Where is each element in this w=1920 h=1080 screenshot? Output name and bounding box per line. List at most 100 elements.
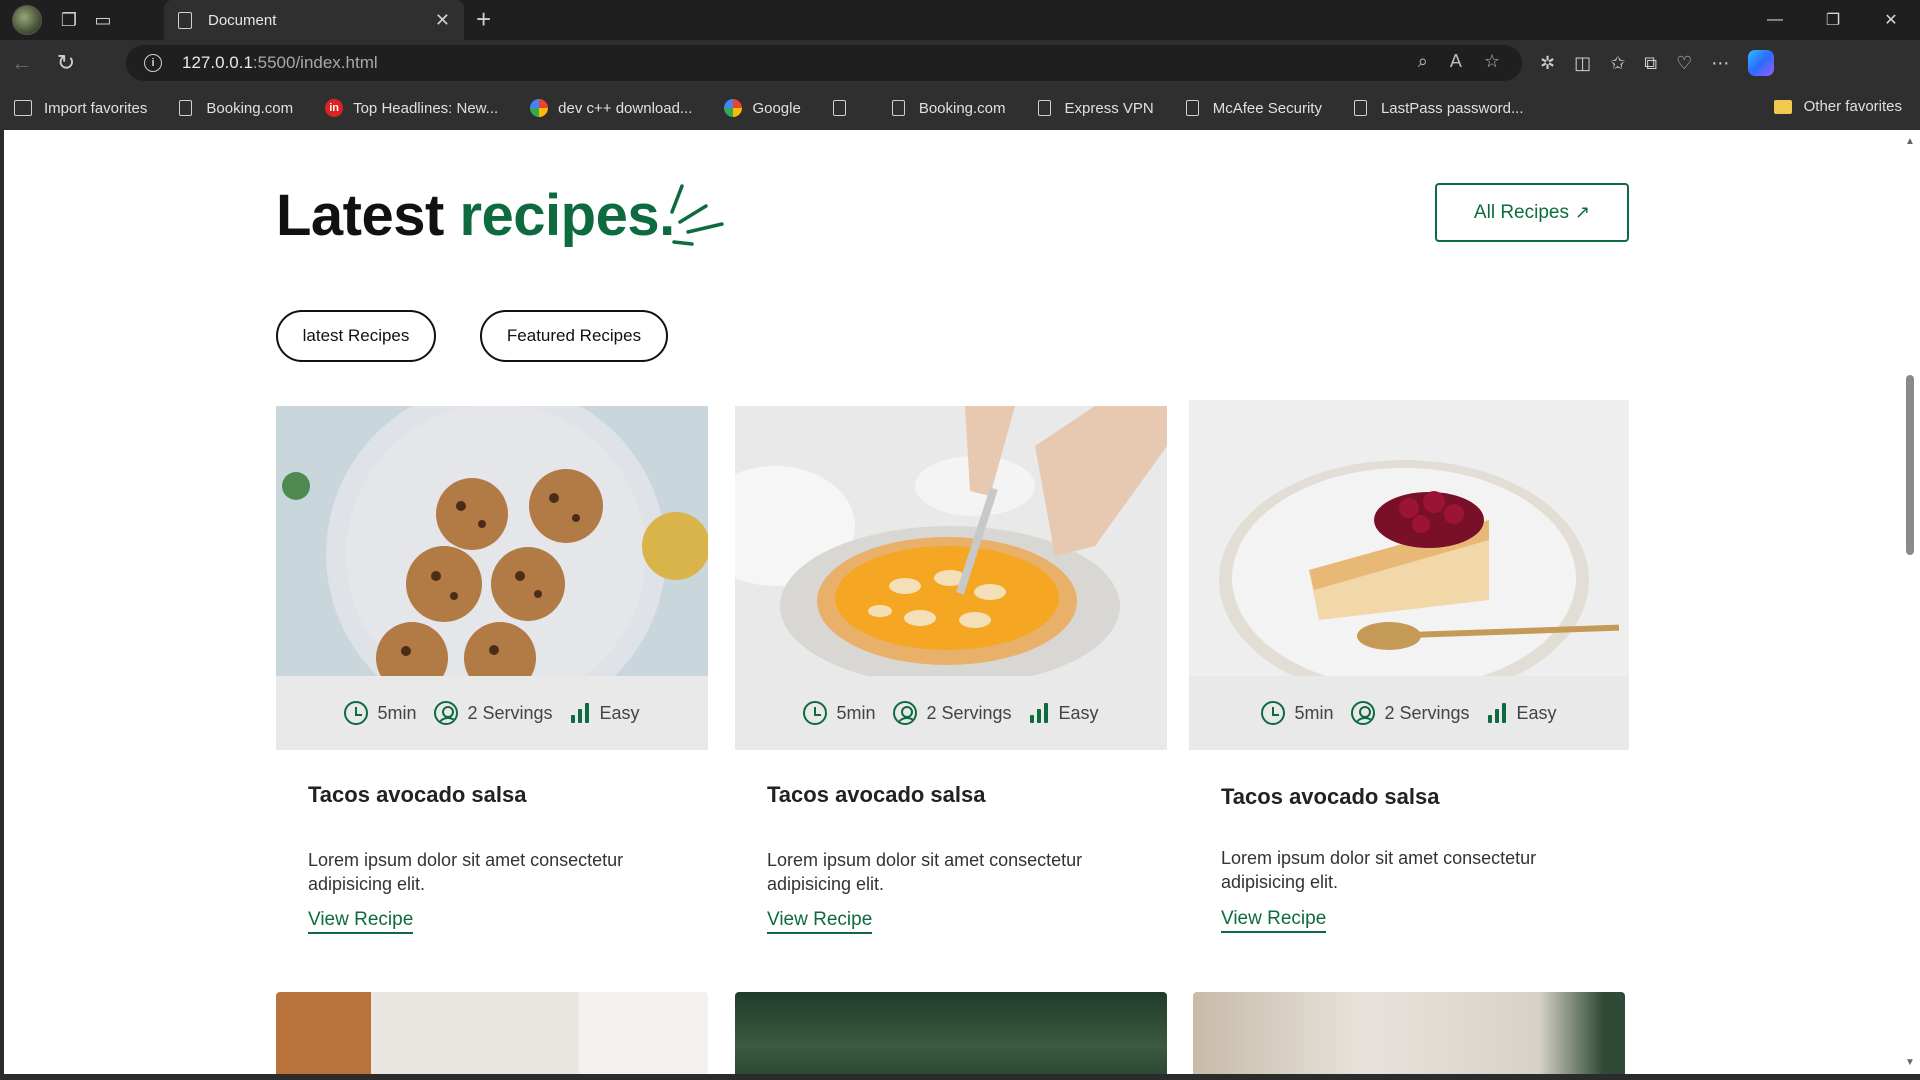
split-screen-icon[interactable]: ◫ (1574, 53, 1591, 74)
servings-info: 2 Servings (893, 701, 1012, 725)
sparkle-icon (670, 184, 724, 246)
page-icon (178, 11, 192, 29)
favorites-icon[interactable]: ✩ (1610, 53, 1625, 74)
clock-icon (803, 701, 828, 725)
recipe-meta: 5min 2 Servings Easy (1189, 676, 1629, 750)
tab-actions-icon[interactable]: ▭ (86, 3, 120, 37)
recipe-image-cheesecake (1189, 400, 1629, 676)
bookmark-import-favorites[interactable]: Import favorites (14, 100, 147, 117)
more-menu-icon[interactable]: ⋯ (1711, 53, 1729, 74)
clock-icon (344, 701, 369, 725)
recipe-image-cookies (276, 406, 708, 676)
bookmark-lastpass[interactable]: LastPass password... (1353, 100, 1524, 117)
read-aloud-icon[interactable]: A (1450, 51, 1462, 72)
difficulty-bars-icon (570, 703, 591, 723)
page-icon (1037, 100, 1051, 116)
servings-info: 2 Servings (1351, 701, 1470, 725)
bookmark-booking[interactable]: Booking.com (179, 100, 293, 117)
zoom-icon[interactable]: ⌕ (1418, 51, 1428, 72)
title-bar: ❐ ▭ Document ✕ + — ❐ ✕ (0, 0, 1920, 40)
arrow-up-right-icon: ↗ (1574, 202, 1591, 222)
bookmark-top-headlines[interactable]: in Top Headlines: New... (325, 99, 498, 117)
view-recipe-link[interactable]: View Recipe (308, 909, 414, 934)
view-recipe-link[interactable]: View Recipe (767, 909, 873, 934)
bookmark-booking-2[interactable]: Booking.com (891, 100, 1006, 117)
bookmarks-bar: Import favorites Booking.com in Top Headl… (0, 86, 1920, 130)
page-title: Latest recipes. (276, 183, 675, 248)
user-icon (434, 701, 459, 725)
scroll-thumb[interactable] (1906, 375, 1914, 555)
recipe-description: Lorem ipsum dolor sit amet consectetur a… (308, 850, 624, 894)
bookmark-devcpp[interactable]: dev c++ download... (530, 99, 692, 117)
page-scrollbar[interactable]: ▲ ▼ (1900, 130, 1920, 1074)
address-actions: ⌕ A ☆ (1418, 51, 1500, 72)
recipe-card-image-partial (1193, 992, 1625, 1074)
browser-essentials-icon[interactable]: ♡ (1676, 53, 1692, 74)
copilot-icon[interactable] (1748, 50, 1775, 76)
favorite-star-icon[interactable]: ☆ (1484, 51, 1500, 72)
recipe-card: 5min 2 Servings Easy Tacos avocado salsa… (1189, 400, 1629, 950)
difficulty-info: Easy (1029, 703, 1099, 724)
difficulty-info: Easy (570, 703, 640, 724)
difficulty-bars-icon (1487, 703, 1508, 723)
difficulty-info: Easy (1487, 703, 1557, 724)
page-icon (1353, 100, 1367, 116)
page-title-accent: recipes. (459, 183, 675, 248)
refresh-icon[interactable]: ↻ (44, 43, 88, 83)
recipe-meta: 5min 2 Servings Easy (735, 676, 1167, 750)
workspaces-icon[interactable]: ❐ (52, 3, 86, 37)
close-tab-icon[interactable]: ✕ (435, 10, 450, 31)
filter-latest-recipes[interactable]: latest Recipes (276, 310, 436, 362)
toolbar-icons: ✲ ◫ ✩ ⧉ ♡ ⋯ (1540, 40, 1775, 86)
new-tab-button[interactable]: + (476, 4, 491, 35)
user-icon (893, 701, 918, 725)
restore-icon[interactable]: ❐ (1804, 0, 1862, 40)
news-icon: in (325, 99, 344, 117)
recipe-description: Lorem ipsum dolor sit amet consectetur a… (1221, 848, 1537, 892)
bookmark-express-vpn[interactable]: Express VPN (1037, 100, 1154, 117)
import-icon (14, 100, 32, 116)
time-info: 5min (1261, 701, 1333, 725)
bookmark-google[interactable]: Google (724, 99, 801, 117)
profile-avatar[interactable] (12, 5, 42, 35)
address-bar[interactable]: i 127.0.0.1 :5500/index.html ⌕ A ☆ (126, 45, 1522, 81)
minimize-icon[interactable]: — (1746, 0, 1804, 40)
clock-icon (1261, 701, 1286, 725)
address-host: 127.0.0.1 (182, 53, 253, 72)
page-icon (832, 100, 846, 116)
servings-info: 2 Servings (434, 701, 553, 725)
bookmark-mcafee[interactable]: McAfee Security (1185, 100, 1322, 117)
filter-featured-recipes[interactable]: Featured Recipes (480, 310, 668, 362)
collections-icon[interactable]: ⧉ (1644, 53, 1657, 74)
page-icon (1185, 100, 1199, 116)
time-info: 5min (803, 701, 875, 725)
folder-icon (1773, 99, 1792, 114)
recipe-title: Tacos avocado salsa (1221, 784, 1440, 809)
browser-tab[interactable]: Document ✕ (164, 0, 464, 40)
page-viewport: Latest recipes. All Recipes ↗ latest Rec… (4, 130, 1900, 1074)
bookmark-blank[interactable] (832, 100, 860, 116)
site-info-icon[interactable]: i (144, 54, 162, 72)
close-window-icon[interactable]: ✕ (1862, 0, 1920, 40)
recipe-meta: 5min 2 Servings Easy (276, 676, 708, 750)
all-recipes-button[interactable]: All Recipes ↗ (1435, 183, 1629, 242)
google-icon (530, 99, 549, 117)
time-info: 5min (344, 701, 416, 725)
recipe-card: 5min 2 Servings Easy Tacos avocado salsa… (276, 406, 708, 946)
window-controls: — ❐ ✕ (1746, 0, 1920, 40)
extensions-icon[interactable]: ✲ (1540, 53, 1555, 74)
recipe-card: 5min 2 Servings Easy Tacos avocado salsa… (735, 406, 1167, 946)
recipe-image-pie (735, 406, 1167, 676)
difficulty-bars-icon (1029, 703, 1050, 723)
recipe-description: Lorem ipsum dolor sit amet consectetur a… (767, 850, 1083, 894)
scroll-down-icon[interactable]: ▼ (1905, 1057, 1915, 1068)
back-icon[interactable]: ← (0, 43, 44, 83)
other-favorites[interactable]: Other favorites (1773, 98, 1902, 115)
address-path: :5500/index.html (252, 53, 378, 72)
recipe-card-image-partial (735, 992, 1167, 1074)
recipe-title: Tacos avocado salsa (767, 782, 986, 807)
tab-title: Document (208, 11, 277, 29)
view-recipe-link[interactable]: View Recipe (1221, 908, 1327, 933)
scroll-up-icon[interactable]: ▲ (1905, 136, 1915, 147)
recipe-title: Tacos avocado salsa (308, 782, 527, 807)
